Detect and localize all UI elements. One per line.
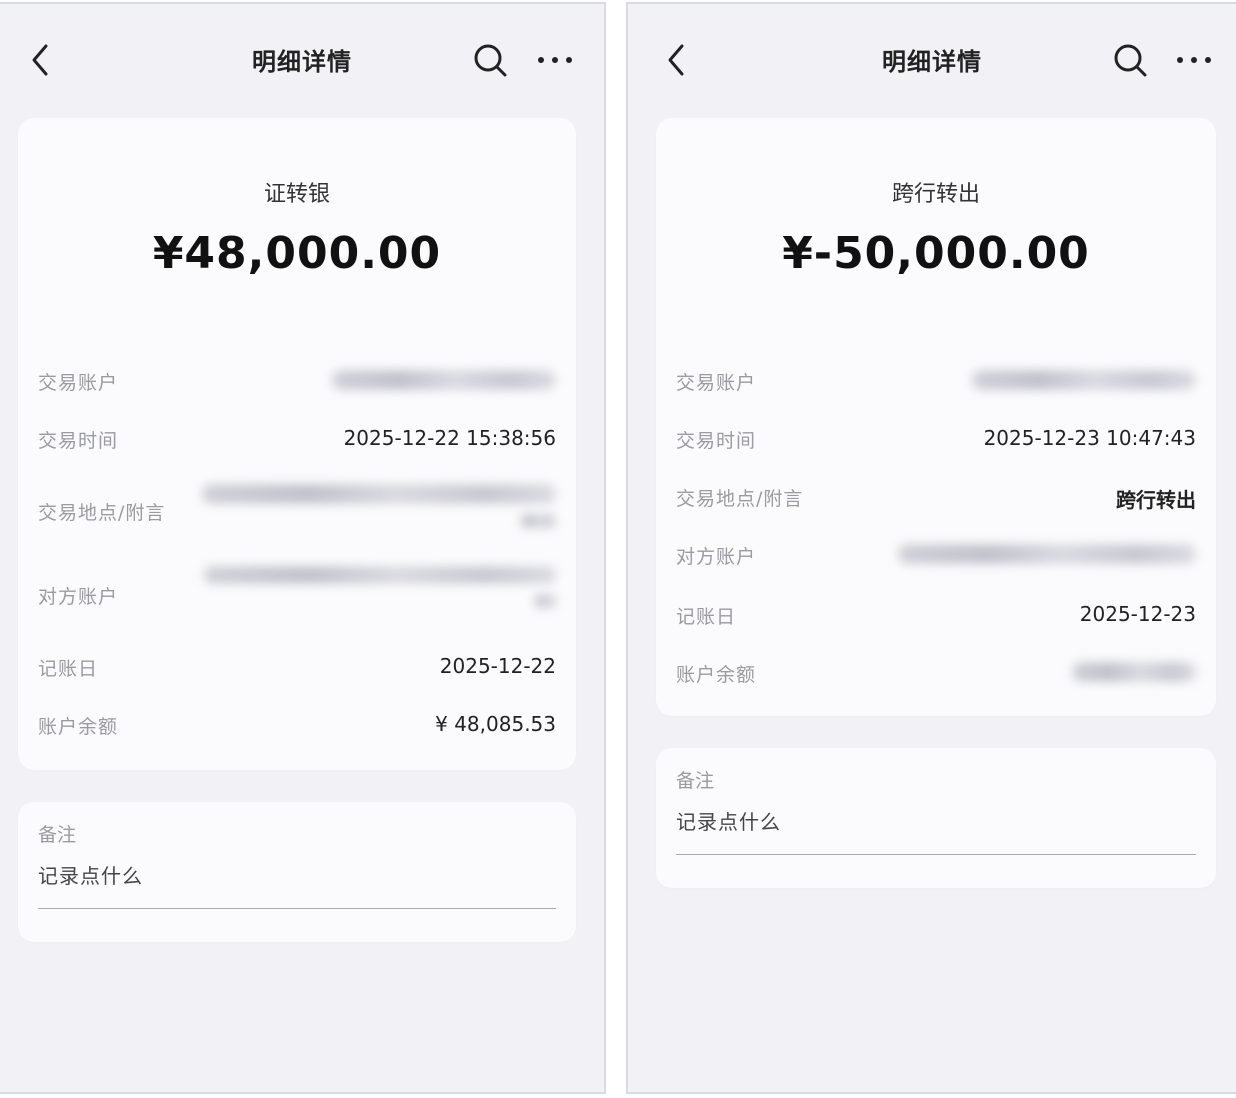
transaction-detail-card: 跨行转出 ¥-50,000.00 交易账户 交易时间 2025-12-23 10… <box>656 118 1216 716</box>
row-label: 交易时间 <box>38 430 119 452</box>
note-card: 备注 记录点什么 <box>18 802 576 942</box>
row-trading-time: 交易时间 2025-12-23 10:47:43 <box>676 418 1196 458</box>
transaction-amount: ¥48,000.00 <box>152 228 442 279</box>
row-location-memo: 交易地点/附言 跨行转出 <box>676 476 1196 516</box>
more-horizontal-icon[interactable] <box>535 48 575 72</box>
row-label: 交易地点/附言 <box>676 488 804 510</box>
row-label: 交易账户 <box>38 372 119 394</box>
row-value: ¥ 48,085.53 <box>435 712 556 736</box>
note-label: 备注 <box>38 824 77 846</box>
row-counterparty-account: 对方账户 <box>38 566 556 634</box>
row-label: 交易账户 <box>676 372 757 394</box>
redacted-memo-value-line2 <box>520 514 556 528</box>
row-label: 交易时间 <box>676 430 757 452</box>
row-value: 2025-12-22 15:38:56 <box>343 426 556 450</box>
row-label: 对方账户 <box>38 586 119 608</box>
row-label: 交易地点/附言 <box>38 502 166 524</box>
row-label: 账户余额 <box>38 716 119 738</box>
note-label: 备注 <box>676 770 715 792</box>
row-trading-time: 交易时间 2025-12-22 15:38:56 <box>38 418 556 458</box>
row-label: 账户余额 <box>676 664 757 686</box>
redacted-account-value <box>332 370 556 390</box>
row-value: 2025-12-22 <box>439 654 556 678</box>
search-icon[interactable] <box>1112 42 1148 78</box>
row-account-balance: 账户余额 <box>676 652 1196 692</box>
row-label: 对方账户 <box>676 546 757 568</box>
redacted-balance-value <box>1072 662 1196 682</box>
nav-header: 明细详情 <box>0 4 604 114</box>
row-value: 跨行转出 <box>1116 488 1196 512</box>
page-title: 明细详情 <box>252 48 352 76</box>
transaction-type: 证转银 <box>263 182 330 207</box>
row-counterparty-account: 对方账户 <box>676 534 1196 574</box>
row-location-memo: 交易地点/附言 <box>38 484 556 550</box>
more-horizontal-icon[interactable] <box>1174 48 1214 72</box>
search-icon[interactable] <box>472 42 508 78</box>
note-input[interactable]: 记录点什么 <box>676 806 1196 855</box>
row-trading-account: 交易账户 <box>38 360 556 400</box>
transaction-type: 跨行转出 <box>891 182 980 207</box>
row-value: 2025-12-23 10:47:43 <box>983 426 1196 450</box>
row-account-balance: 账户余额 ¥ 48,085.53 <box>38 704 556 744</box>
row-label: 记账日 <box>676 606 737 628</box>
transaction-detail-card: 证转银 ¥48,000.00 交易账户 交易时间 2025-12-22 15:3… <box>18 118 576 770</box>
note-card: 备注 记录点什么 <box>656 748 1216 888</box>
redacted-counterparty-value <box>898 544 1196 564</box>
note-input[interactable]: 记录点什么 <box>38 860 556 909</box>
redacted-account-value <box>972 370 1196 390</box>
left-phone-screen: 明细详情 证转银 ¥48,000.00 交易账户 交易时间 2025-12-22… <box>0 2 606 1094</box>
row-posting-date: 记账日 2025-12-23 <box>676 594 1196 634</box>
transaction-amount: ¥-50,000.00 <box>782 228 1090 279</box>
right-phone-screen: 明细详情 跨行转出 ¥-50,000.00 交易账户 交易时间 2025-12-… <box>626 2 1236 1094</box>
row-posting-date: 记账日 2025-12-22 <box>38 646 556 686</box>
nav-header: 明细详情 <box>628 4 1236 114</box>
row-trading-account: 交易账户 <box>676 360 1196 400</box>
redacted-counterparty-value-line2 <box>534 594 556 608</box>
row-label: 记账日 <box>38 658 99 680</box>
row-value: 2025-12-23 <box>1079 602 1196 626</box>
redacted-memo-value <box>202 484 556 504</box>
redacted-counterparty-value <box>204 566 556 584</box>
